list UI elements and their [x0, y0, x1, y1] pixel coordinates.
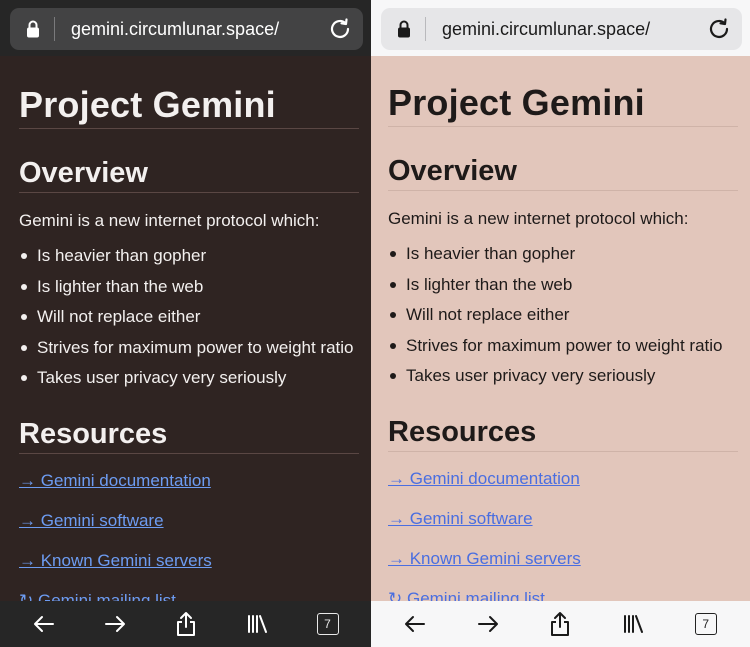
light-theme-screenshot: gemini.circumlunar.space/ Project Gemini…	[371, 0, 750, 647]
library-icon[interactable]	[237, 604, 277, 644]
reload-icon[interactable]	[706, 16, 732, 42]
share-icon[interactable]	[166, 604, 206, 644]
list-item: Strives for maximum power to weight rati…	[388, 331, 738, 362]
list-item: Takes user privacy very seriously	[19, 363, 359, 394]
address-bar[interactable]: gemini.circumlunar.space/	[381, 8, 742, 50]
address-separator	[425, 17, 426, 41]
tabs-icon[interactable]: 7	[308, 604, 348, 644]
library-icon[interactable]	[613, 604, 653, 644]
back-arrow-icon[interactable]	[24, 604, 64, 644]
resources-rule	[19, 452, 359, 454]
intro-text: Gemini is a new internet protocol which:	[388, 209, 689, 228]
link-gemini-software[interactable]: → Gemini software	[388, 506, 738, 546]
reload-icon[interactable]	[327, 16, 353, 42]
intro-text: Gemini is a new internet protocol which:	[19, 211, 320, 230]
dark-theme-screenshot: gemini.circumlunar.space/ Project Gemini…	[0, 0, 371, 647]
feature-list: Is heavier than gopher Is lighter than t…	[388, 239, 738, 392]
lock-icon	[395, 19, 413, 39]
bottom-toolbar: 7	[371, 601, 750, 647]
forward-arrow-icon[interactable]	[468, 604, 508, 644]
url-text[interactable]: gemini.circumlunar.space/	[442, 19, 706, 40]
feature-list: Is heavier than gopher Is lighter than t…	[19, 241, 359, 394]
url-text[interactable]: gemini.circumlunar.space/	[71, 19, 327, 40]
address-separator	[54, 17, 55, 41]
list-item: Is heavier than gopher	[19, 241, 359, 272]
list-item: Strives for maximum power to weight rati…	[19, 333, 359, 364]
tab-count: 7	[316, 613, 339, 635]
link-known-gemini-servers[interactable]: → Known Gemini servers	[388, 546, 738, 586]
resources-heading: Resources	[19, 417, 168, 450]
list-item: Is lighter than the web	[388, 270, 738, 301]
list-item: Will not replace either	[19, 302, 359, 333]
tabs-icon[interactable]: 7	[686, 604, 726, 644]
list-item: Is lighter than the web	[19, 272, 359, 303]
link-gemini-documentation[interactable]: → Gemini documentation	[388, 466, 738, 506]
overview-heading: Overview	[19, 157, 148, 189]
page-title: Project Gemini	[19, 84, 276, 125]
bottom-toolbar: 7	[0, 601, 371, 647]
overview-heading: Overview	[388, 155, 517, 187]
page-content: Project Gemini Overview Gemini is a new …	[19, 84, 359, 628]
list-item: Is heavier than gopher	[388, 239, 738, 270]
overview-rule	[19, 192, 359, 193]
resources-heading: Resources	[388, 415, 537, 448]
list-item: Takes user privacy very seriously	[388, 361, 738, 392]
link-known-gemini-servers[interactable]: → Known Gemini servers	[19, 548, 359, 588]
tab-count: 7	[694, 613, 717, 635]
page-content: Project Gemini Overview Gemini is a new …	[388, 82, 738, 626]
share-icon[interactable]	[540, 604, 580, 644]
link-gemini-software[interactable]: → Gemini software	[19, 508, 359, 548]
title-rule	[388, 126, 738, 127]
address-bar[interactable]: gemini.circumlunar.space/	[10, 8, 363, 50]
page-title: Project Gemini	[388, 82, 645, 123]
forward-arrow-icon[interactable]	[95, 604, 135, 644]
back-arrow-icon[interactable]	[395, 604, 435, 644]
link-gemini-documentation[interactable]: → Gemini documentation	[19, 468, 359, 508]
overview-rule	[388, 190, 738, 191]
lock-icon	[24, 19, 42, 39]
resources-rule	[388, 450, 738, 452]
title-rule	[19, 128, 359, 129]
list-item: Will not replace either	[388, 300, 738, 331]
